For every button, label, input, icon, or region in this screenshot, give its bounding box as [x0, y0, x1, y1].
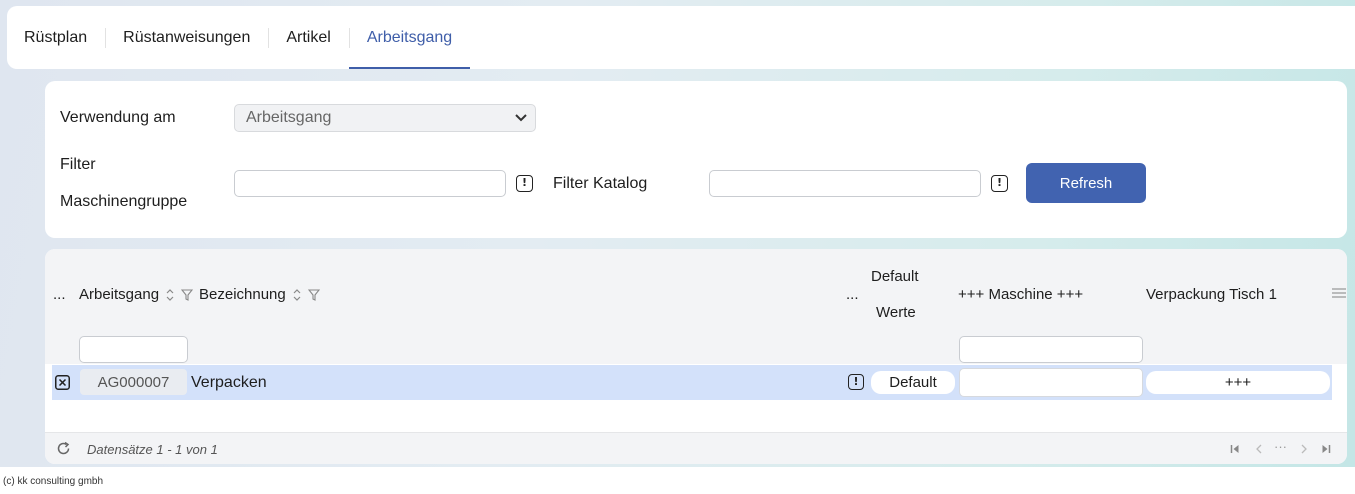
sort-icon[interactable]: [166, 288, 174, 302]
grid-footer: Datensätze 1 - 1 von 1 ···: [45, 432, 1347, 464]
verwendung-select[interactable]: Arbeitsgang: [234, 104, 536, 132]
column-header-default-line1: Default: [871, 268, 919, 285]
katalog-label: Filter Katalog: [553, 175, 648, 192]
verwendung-select-value: Arbeitsgang: [246, 109, 332, 126]
next-page-icon[interactable]: [1300, 444, 1308, 454]
tab-artikel[interactable]: Artikel: [268, 6, 348, 69]
filter-icon[interactable]: [181, 289, 194, 301]
sort-icon[interactable]: [293, 288, 301, 302]
column-header-arbeitsgang-label: Arbeitsgang: [79, 286, 160, 303]
column-header-verpackung[interactable]: Verpackung Tisch 1: [1146, 286, 1277, 303]
maschinengruppe-input[interactable]: [234, 170, 506, 197]
pager-ellipsis[interactable]: ···: [1274, 439, 1287, 454]
row-warning-icon[interactable]: !: [848, 374, 864, 390]
arbeitsgang-cell[interactable]: AG000007: [80, 369, 187, 395]
verpackung-tisch-button[interactable]: +++: [1146, 371, 1330, 394]
column-menu-icon[interactable]: [1332, 288, 1346, 298]
tab-bar: Rüstplan Rüstanweisungen Artikel Arbeits…: [7, 6, 1355, 69]
default-button[interactable]: Default: [871, 371, 955, 394]
tab-ruestplan[interactable]: Rüstplan: [7, 6, 105, 69]
grid-header: [45, 249, 1347, 364]
maschinengruppe-label-line2: Maschinengruppe: [60, 193, 188, 210]
chevron-down-icon: [515, 114, 527, 122]
tab-arbeitsgang[interactable]: Arbeitsgang: [348, 6, 471, 69]
verwendung-label: Verwendung am: [60, 109, 176, 126]
row-menu-header[interactable]: ...: [53, 286, 66, 303]
data-grid: ... Arbeitsgang Bezeichnung ... Default …: [45, 249, 1347, 464]
maschine-cell-input[interactable]: [959, 368, 1143, 397]
column-header-default-line2: Werte: [876, 304, 916, 321]
filter-icon[interactable]: [308, 289, 321, 301]
column-header-dots[interactable]: ...: [846, 286, 859, 303]
katalog-warning-icon[interactable]: !: [991, 175, 1008, 192]
refresh-icon[interactable]: [56, 441, 71, 456]
first-page-icon[interactable]: [1230, 444, 1240, 454]
bezeichnung-cell: Verpacken: [191, 374, 267, 391]
refresh-button[interactable]: Refresh: [1026, 163, 1146, 203]
tab-ruestanweisungen[interactable]: Rüstanweisungen: [105, 6, 268, 69]
record-count: Datensätze 1 - 1 von 1: [87, 442, 218, 457]
column-header-bezeichnung[interactable]: Bezeichnung: [199, 286, 321, 303]
table-row[interactable]: AG000007 Verpacken ! Default +++: [52, 365, 1332, 400]
arbeitsgang-column-filter[interactable]: [79, 336, 188, 363]
last-page-icon[interactable]: [1321, 444, 1331, 454]
maschine-column-filter[interactable]: [959, 336, 1143, 363]
copyright-text: (c) kk consulting gmbh: [3, 476, 104, 487]
column-header-maschine[interactable]: +++ Maschine +++: [958, 286, 1083, 303]
maschinengruppe-warning-icon[interactable]: !: [516, 175, 533, 192]
maschinengruppe-label-line1: Filter: [60, 156, 96, 173]
close-icon[interactable]: [55, 375, 70, 390]
katalog-input[interactable]: [709, 170, 981, 197]
previous-page-icon[interactable]: [1255, 444, 1263, 454]
column-header-arbeitsgang[interactable]: Arbeitsgang: [79, 286, 194, 303]
column-header-bezeichnung-label: Bezeichnung: [199, 286, 286, 303]
filter-panel: Verwendung am Arbeitsgang Filter Maschin…: [45, 81, 1347, 238]
